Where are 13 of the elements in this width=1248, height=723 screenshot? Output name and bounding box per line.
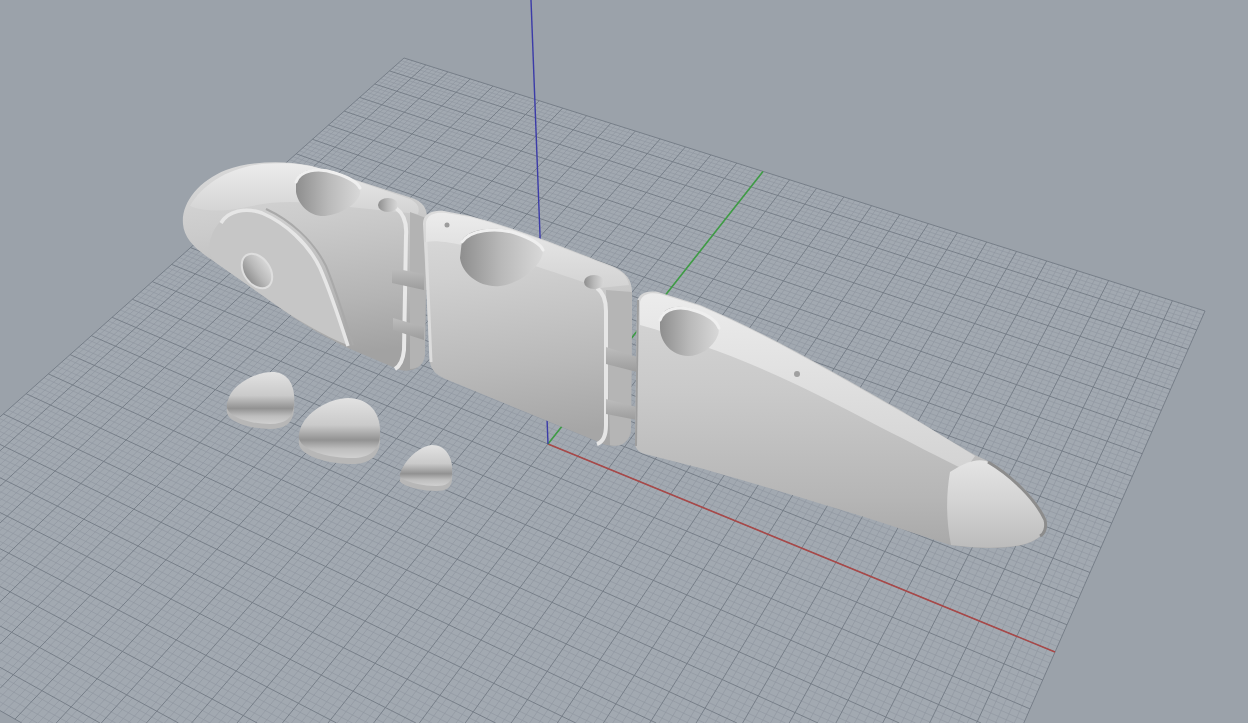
joint-pin <box>606 399 637 420</box>
hole <box>240 252 274 290</box>
hole <box>794 371 800 377</box>
joint-pin <box>393 318 424 340</box>
hole <box>378 198 398 212</box>
joint-pin <box>606 347 637 372</box>
hole <box>658 306 721 356</box>
hole <box>584 275 604 289</box>
pad-piece <box>399 445 453 491</box>
hole <box>444 222 450 228</box>
pad-piece <box>226 372 295 429</box>
joint-pin <box>392 268 424 290</box>
hole <box>294 168 362 216</box>
